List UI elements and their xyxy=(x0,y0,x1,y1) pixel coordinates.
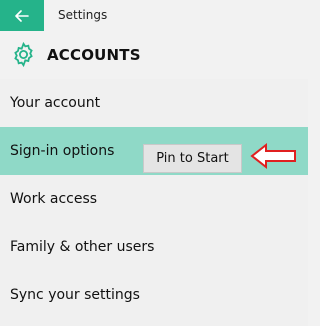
left-arrow-annotation xyxy=(250,142,296,170)
gear-icon xyxy=(14,41,33,68)
page-header: ACCOUNTS xyxy=(0,31,308,79)
window-title: Settings xyxy=(58,8,108,22)
nav-item-your-account[interactable]: Your account xyxy=(0,79,308,127)
back-button[interactable] xyxy=(0,0,44,31)
nav-item-work-access[interactable]: Work access xyxy=(0,175,308,223)
accounts-nav: Your account Sign-in options Work access… xyxy=(0,79,308,326)
nav-item-sync-settings[interactable]: Sync your settings xyxy=(0,271,308,319)
nav-item-family-other-users[interactable]: Family & other users xyxy=(0,223,308,271)
page-title: ACCOUNTS xyxy=(47,46,141,64)
back-arrow-icon xyxy=(15,9,29,22)
pin-to-start-button[interactable]: Pin to Start xyxy=(143,144,242,173)
title-bar: Settings xyxy=(0,0,308,31)
